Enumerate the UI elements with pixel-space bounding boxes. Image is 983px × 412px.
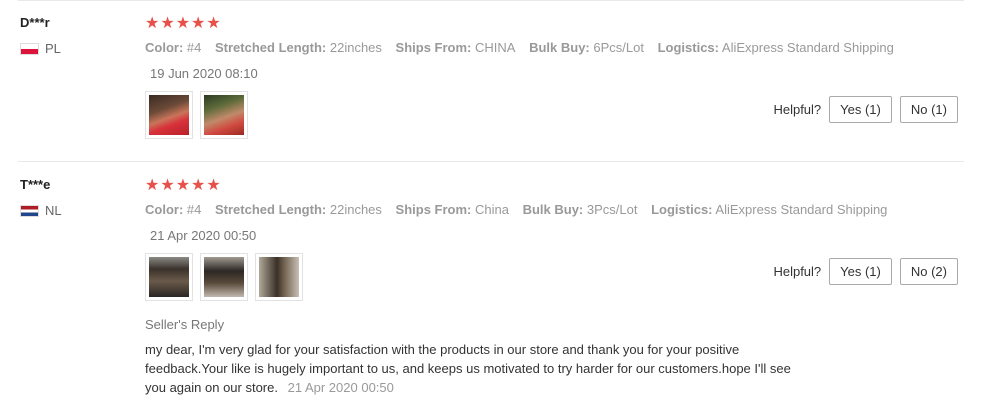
attr-key: Ships From: (395, 202, 472, 217)
attr-value: 6Pcs/Lot (593, 40, 644, 55)
attr-key: Ships From: (395, 40, 472, 55)
review-photo-thumbnail[interactable] (145, 91, 193, 139)
rating-stars: ★★★★★ (145, 15, 222, 32)
country-code: NL (45, 203, 62, 218)
seller-reply-title: Seller's Reply (145, 317, 225, 332)
review-photo-thumbnail[interactable] (200, 91, 248, 139)
helpful-controls: Helpful? Yes (1) No (2) (773, 258, 958, 285)
attr-key: Logistics: (657, 40, 719, 55)
attr-value: #4 (186, 202, 202, 217)
attr-key: Bulk Buy: (529, 40, 590, 55)
helpful-label: Helpful? (773, 102, 822, 117)
review-photo-thumbnail[interactable] (145, 253, 193, 301)
attr-value: AliExpress Standard Shipping (715, 202, 888, 217)
seller-reply: my dear, I'm very glad for your satisfac… (145, 340, 815, 397)
seller-reply-text: my dear, I'm very glad for your satisfac… (145, 342, 791, 395)
helpful-no-button[interactable]: No (1) (899, 96, 958, 123)
review-photos (145, 91, 248, 139)
attr-value: 3Pcs/Lot (586, 202, 638, 217)
helpful-label: Helpful? (773, 264, 822, 279)
review-attributes: Color: #4 Stretched Length: 22inches Shi… (145, 202, 897, 217)
attr-value: CHINA (475, 40, 516, 55)
reviewer-name: T***e (20, 177, 51, 192)
attr-value: 22inches (329, 202, 382, 217)
helpful-yes-button[interactable]: Yes (1) (829, 96, 892, 123)
attr-key: Color: (145, 202, 184, 217)
attr-key: Logistics: (651, 202, 713, 217)
poland-flag-icon (20, 42, 39, 55)
review-photo-thumbnail[interactable] (255, 253, 303, 301)
review-date: 19 Jun 2020 08:10 (150, 66, 258, 81)
review-date: 21 Apr 2020 00:50 (150, 228, 257, 243)
attr-key: Stretched Length: (215, 40, 327, 55)
attr-value: #4 (186, 40, 202, 55)
review-attributes: Color: #4 Stretched Length: 22inches Shi… (145, 40, 904, 55)
attr-value: AliExpress Standard Shipping (721, 40, 894, 55)
reviewer-country: PL (20, 41, 61, 56)
helpful-controls: Helpful? Yes (1) No (1) (773, 96, 958, 123)
helpful-no-button[interactable]: No (2) (899, 258, 958, 285)
attr-value: China (475, 202, 509, 217)
country-code: PL (45, 41, 61, 56)
review-photos (145, 253, 303, 301)
helpful-yes-button[interactable]: Yes (1) (829, 258, 892, 285)
attr-key: Stretched Length: (215, 202, 327, 217)
review-item: D***r PL ★★★★★ Color: #4 Stretched Lengt… (18, 0, 964, 162)
attr-value: 22inches (329, 40, 382, 55)
review-item: T***e NL ★★★★★ Color: #4 Stretched Lengt… (18, 162, 964, 412)
reviewer-country: NL (20, 203, 62, 218)
rating-stars: ★★★★★ (145, 177, 222, 194)
attr-key: Bulk Buy: (522, 202, 584, 217)
netherlands-flag-icon (20, 204, 39, 217)
review-photo-thumbnail[interactable] (200, 253, 248, 301)
reviewer-name: D***r (20, 15, 50, 30)
attr-key: Color: (145, 40, 184, 55)
seller-reply-date: 21 Apr 2020 00:50 (287, 380, 394, 395)
